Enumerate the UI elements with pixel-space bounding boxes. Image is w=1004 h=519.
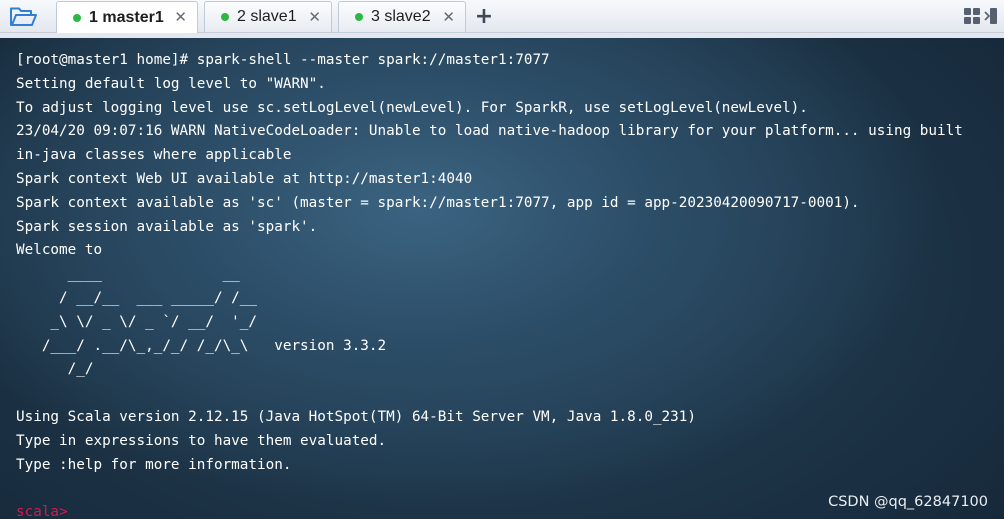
spark-logo-line: ____ __ — [16, 266, 240, 283]
prompt-text: scala> — [16, 504, 68, 519]
scala-prompt[interactable]: scala> — [16, 501, 963, 519]
close-icon[interactable]: ✕ — [442, 8, 455, 26]
tab-bar: 1 master1 ✕ 2 slave1 ✕ 3 slave2 ✕ + — [0, 0, 1004, 33]
spark-logo-line: /___/ .__/\_,_/_/ /_/\_\ version 3.3.2 — [16, 337, 387, 354]
terminal-line: in-java classes where applicable — [16, 147, 292, 164]
terminal-line: 23/04/20 09:07:16 WARN NativeCodeLoader:… — [16, 123, 963, 140]
connection-status-icon — [221, 13, 229, 21]
close-icon[interactable]: ✕ — [174, 8, 187, 26]
add-tab-button[interactable]: + — [472, 2, 496, 30]
terminal-line: Type in expressions to have them evaluat… — [16, 432, 387, 449]
layout-menu-button[interactable] — [962, 4, 1000, 28]
terminal-line: Welcome to — [16, 242, 103, 259]
connection-status-icon — [73, 13, 81, 22]
terminal-lines: [root@master1 home]# spark-shell --maste… — [16, 49, 963, 519]
spark-logo-line: / __/__ ___ _____/ /__ — [16, 289, 258, 306]
terminal-line: Setting default log level to "WARN". — [16, 75, 326, 92]
terminal-line: To adjust logging level use sc.setLogLev… — [16, 99, 808, 116]
tab-slave2[interactable]: 3 slave2 ✕ — [338, 1, 466, 32]
terminal-line: Using Scala version 2.12.15 (Java HotSpo… — [16, 408, 696, 425]
spark-logo-line: /_/ — [16, 361, 94, 378]
terminal-app-window: 1 master1 ✕ 2 slave1 ✕ 3 slave2 ✕ + [roo… — [0, 0, 1004, 519]
watermark: CSDN @qq_62847100 — [828, 494, 988, 510]
terminal-line: [root@master1 home]# spark-shell --maste… — [16, 52, 550, 68]
terminal-output[interactable]: [root@master1 home]# spark-shell --maste… — [0, 38, 1004, 519]
tab-label: 1 master1 — [89, 8, 164, 26]
spark-logo-line: _\ \/ _ \/ _ `/ __/ '_/ — [16, 313, 258, 330]
tab-label: 3 slave2 — [371, 8, 431, 25]
folder-open-icon — [10, 7, 37, 26]
grid-layout-icon — [964, 8, 997, 24]
tab-master1[interactable]: 1 master1 ✕ — [56, 1, 198, 33]
terminal-line: Spark context Web UI available at http:/… — [16, 170, 473, 187]
terminal-line: Type :help for more information. — [16, 456, 292, 473]
terminal-line: Spark session available as 'spark'. — [16, 218, 318, 235]
close-icon[interactable]: ✕ — [308, 8, 321, 26]
open-session-button[interactable] — [0, 0, 46, 33]
tab-label: 2 slave1 — [237, 8, 297, 25]
connection-status-icon — [355, 13, 363, 21]
terminal-line: Spark context available as 'sc' (master … — [16, 194, 860, 211]
tab-slave1[interactable]: 2 slave1 ✕ — [204, 1, 332, 32]
